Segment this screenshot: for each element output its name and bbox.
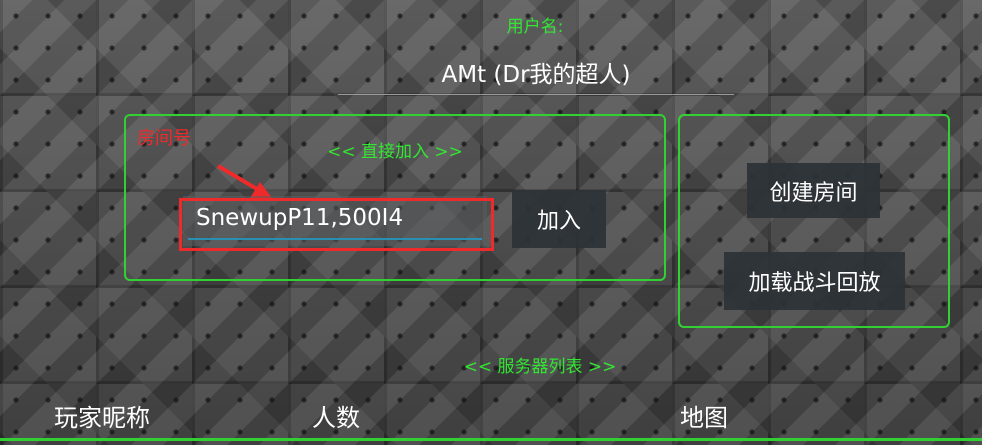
create-room-button[interactable]: 创建房间 xyxy=(747,163,880,218)
column-header-player-name: 玩家昵称 xyxy=(54,404,150,432)
direct-join-title: << 直接加入 >> xyxy=(327,142,463,162)
load-replay-button[interactable]: 加载战斗回放 xyxy=(724,252,905,310)
lobby-screen: { "user": { "label": "用户名:", "name": "AM… xyxy=(0,0,982,445)
username-value: AMt (Dr我的超人) xyxy=(441,62,631,88)
server-list-title: << 服务器列表 >> xyxy=(463,357,617,377)
column-header-map: 地图 xyxy=(680,404,728,432)
join-button[interactable]: 加入 xyxy=(512,190,606,248)
column-header-player-count: 人数 xyxy=(312,404,360,432)
room-id-highlight-box xyxy=(179,198,494,251)
username-label: 用户名: xyxy=(506,17,564,37)
server-list-divider xyxy=(0,438,982,441)
username-underline xyxy=(338,94,734,95)
